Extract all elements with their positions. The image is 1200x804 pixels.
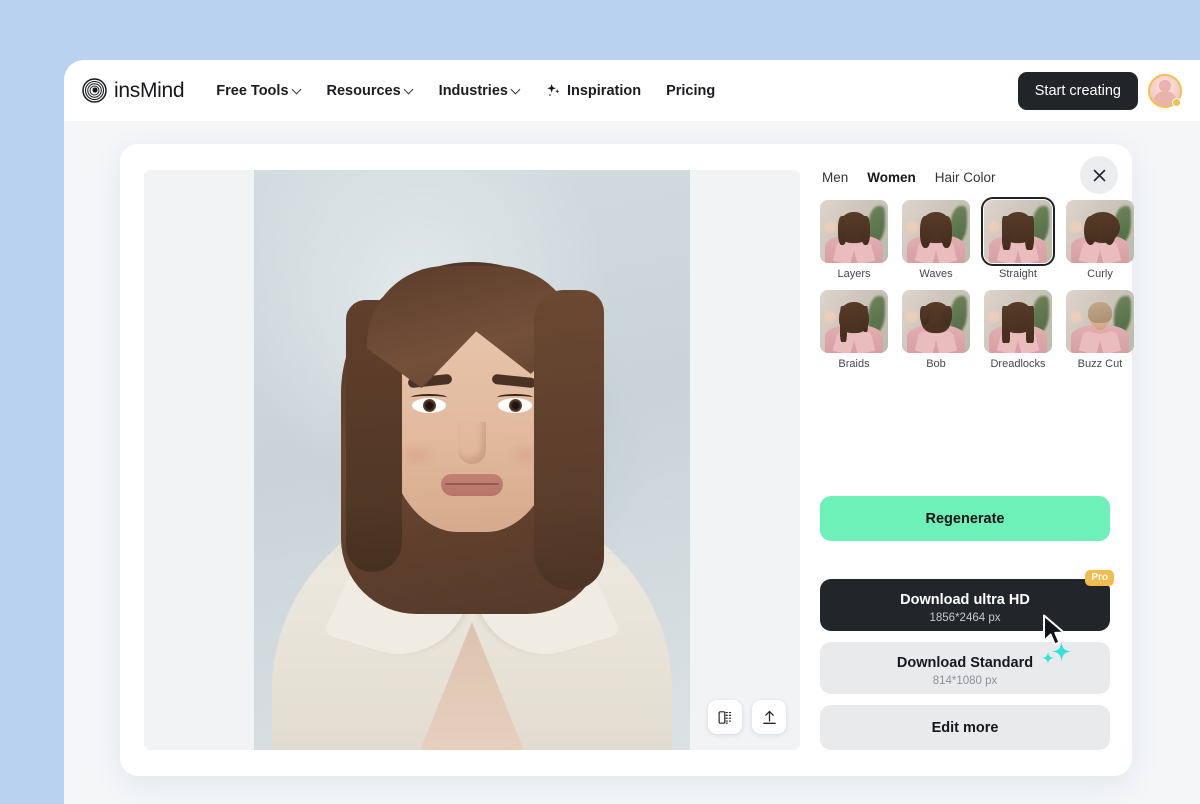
portrait-mouth: [441, 474, 503, 496]
hairstyle-label: Buzz Cut: [1077, 358, 1123, 370]
avatar[interactable]: [1148, 73, 1182, 108]
tab-hair-color[interactable]: Hair Color: [935, 170, 996, 185]
sparkle-icon: [547, 83, 560, 97]
portrait-nose: [458, 422, 486, 464]
hairstyle-thumbnail: [902, 200, 970, 263]
category-tabs: Men Women Hair Color: [820, 170, 1110, 185]
top-navigation-bar: insMind Free Tools Resources Industries: [64, 60, 1200, 121]
nav-item-industries[interactable]: Industries: [439, 83, 521, 99]
hairstyle-thumbnail: [820, 290, 888, 353]
hairstyle-thumbnail: [984, 290, 1052, 353]
nav-item-free-tools[interactable]: Free Tools: [216, 83, 301, 99]
nav-right-group: Start creating: [1017, 71, 1182, 110]
compare-split-icon: [718, 710, 731, 724]
portrait-hair-lock-right: [534, 290, 604, 590]
hairstyle-label: Bob: [926, 358, 946, 370]
hairstyle-label: Curly: [1087, 268, 1113, 280]
hairstyle-option-buzz-cut[interactable]: Buzz Cut: [1066, 290, 1134, 370]
download-standard-title: Download Standard: [896, 655, 1034, 671]
regenerate-button[interactable]: Regenerate: [820, 496, 1110, 541]
hairstyle-editor-modal: Men Women Hair Color Layers Waves Straig…: [120, 144, 1134, 776]
hairstyle-label: Straight: [999, 268, 1037, 280]
nav-item-label: Industries: [438, 82, 508, 99]
browser-window: insMind Free Tools Resources Industries: [64, 60, 1200, 804]
hairstyle-label: Braids: [838, 358, 870, 370]
image-preview-pane: [144, 170, 800, 750]
start-creating-button[interactable]: Start creating: [1017, 71, 1138, 110]
hairstyle-thumbnail: [1066, 200, 1134, 263]
tab-women[interactable]: Women: [867, 170, 916, 185]
tab-men[interactable]: Men: [822, 170, 848, 185]
download-ultra-hd-resolution: 1856*2464 px: [929, 612, 1001, 624]
edit-more-button[interactable]: Edit more: [820, 705, 1110, 750]
upload-button[interactable]: [752, 700, 786, 734]
download-ultra-hd-title: Download ultra HD: [900, 592, 1030, 608]
pro-badge: Pro: [1085, 570, 1114, 586]
chevron-down-icon: [293, 85, 302, 94]
logo-text: insMind: [114, 78, 185, 102]
nav-menu: Free Tools Resources Industries Inspirat…: [216, 83, 715, 99]
hairstyle-option-dreadlocks[interactable]: Dreadlocks: [984, 290, 1052, 370]
portrait-eyelid-right: [497, 394, 533, 401]
nav-item-label: Resources: [326, 82, 401, 99]
nav-item-label: Pricing: [666, 82, 716, 99]
portrait-result-image: [254, 170, 690, 750]
chevron-down-icon: [512, 85, 521, 94]
hairstyle-label: Waves: [919, 268, 953, 280]
hairstyle-thumbnail: [902, 290, 970, 353]
hairstyle-label: Layers: [837, 268, 871, 280]
hairstyle-option-layers[interactable]: Layers: [820, 200, 888, 280]
hairstyle-option-curly[interactable]: Curly: [1066, 200, 1134, 280]
hairstyle-option-braids[interactable]: Braids: [820, 290, 888, 370]
upload-arrow-icon: [762, 710, 776, 724]
nav-item-label: Free Tools: [216, 82, 289, 99]
nav-item-pricing[interactable]: Pricing: [666, 83, 715, 99]
hairstyle-label: Dreadlocks: [990, 358, 1046, 370]
hairstyle-thumbnail: [820, 200, 888, 263]
avatar-status-dot: [1172, 97, 1181, 107]
download-ultra-hd-button[interactable]: Download ultra HD 1856*2464 px Pro: [820, 570, 1114, 631]
nav-item-inspiration[interactable]: Inspiration: [546, 83, 641, 99]
action-button-group: Regenerate Download ultra HD 1856*2464 p…: [820, 496, 1114, 750]
hairstyle-thumbnail: [1066, 290, 1134, 353]
compare-split-button[interactable]: [708, 700, 742, 734]
hairstyle-option-waves[interactable]: Waves: [902, 200, 970, 280]
hairstyle-option-bob[interactable]: Bob: [902, 290, 970, 370]
site-logo[interactable]: insMind: [82, 78, 185, 103]
download-standard-resolution: 814*1080 px: [932, 675, 998, 687]
hairstyle-option-straight[interactable]: Straight: [980, 196, 1056, 280]
concentric-circles-logo-icon: [82, 78, 107, 103]
portrait-cheek-left: [398, 442, 438, 468]
hairstyle-options-panel: Men Women Hair Color Layers Waves Straig…: [820, 170, 1134, 750]
chevron-down-icon: [405, 85, 414, 94]
hairstyle-grid: Layers Waves Straight Curly Braids Bob D…: [820, 196, 1134, 370]
download-standard-button[interactable]: Download Standard 814*1080 px: [820, 642, 1110, 694]
nav-item-label: Inspiration: [566, 82, 642, 99]
portrait-eyelid-left: [411, 394, 447, 401]
hairstyle-thumbnail: [980, 196, 1056, 267]
nav-item-resources[interactable]: Resources: [327, 83, 414, 99]
preview-tool-group: [708, 700, 786, 734]
